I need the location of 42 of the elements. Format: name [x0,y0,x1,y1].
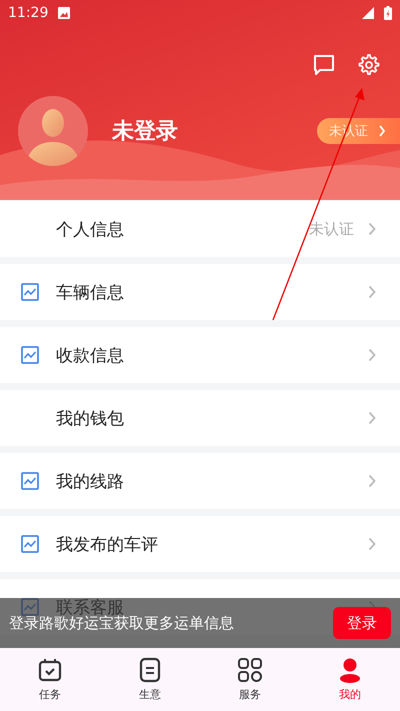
picture-icon [21,535,39,553]
menu-item[interactable]: 个人信息 未认证 [0,201,400,257]
picture-icon [21,346,39,364]
chevron-icon [368,474,376,488]
menu-label: 车辆信息 [56,282,124,304]
menu-label: 我的钱包 [56,408,124,430]
signal-icon [362,7,374,19]
nav-tab[interactable]: 任务 [0,648,100,711]
avatar-silhouette [18,96,88,166]
grid-icon [237,657,263,683]
battery-icon [384,6,392,20]
menu-value: 未认证 [309,220,354,238]
settings-icon[interactable] [356,53,380,77]
chevron-icon [368,285,376,299]
login-button[interactable]: 登录 [333,607,391,639]
chevron-icon [368,348,376,362]
calendar-check-icon [37,657,63,683]
message-icon[interactable] [312,53,336,77]
image-icon [58,7,70,19]
status-time: 11:29 [8,5,48,21]
menu-item[interactable]: 车辆信息 [0,264,400,320]
menu-item[interactable]: 收款信息 [0,327,400,383]
user-name: 未登录 [112,118,178,146]
menu-item[interactable]: 我发布的车评 [0,516,400,572]
banner-text: 登录路歌好运宝获取更多运单信息 [9,614,234,632]
chevron-icon [368,411,376,425]
menu-label: 收款信息 [56,344,124,366]
menu-item[interactable]: 我的线路 [0,453,400,509]
chevron-icon [378,125,386,137]
menu-item[interactable]: 我的钱包 [0,390,400,446]
nav-tab[interactable]: 我的 [300,648,400,711]
menu-label: 我的线路 [56,470,124,492]
menu-label: 我发布的车评 [56,534,158,556]
document-icon [137,657,163,683]
chevron-icon [368,537,376,551]
chevron-icon [368,222,376,236]
picture-icon [21,283,39,301]
nav-tab[interactable]: 生意 [100,648,200,711]
nav-tab[interactable]: 服务 [200,648,300,711]
person-icon [337,657,363,683]
picture-icon [21,472,39,490]
menu-label: 个人信息 [56,218,124,240]
